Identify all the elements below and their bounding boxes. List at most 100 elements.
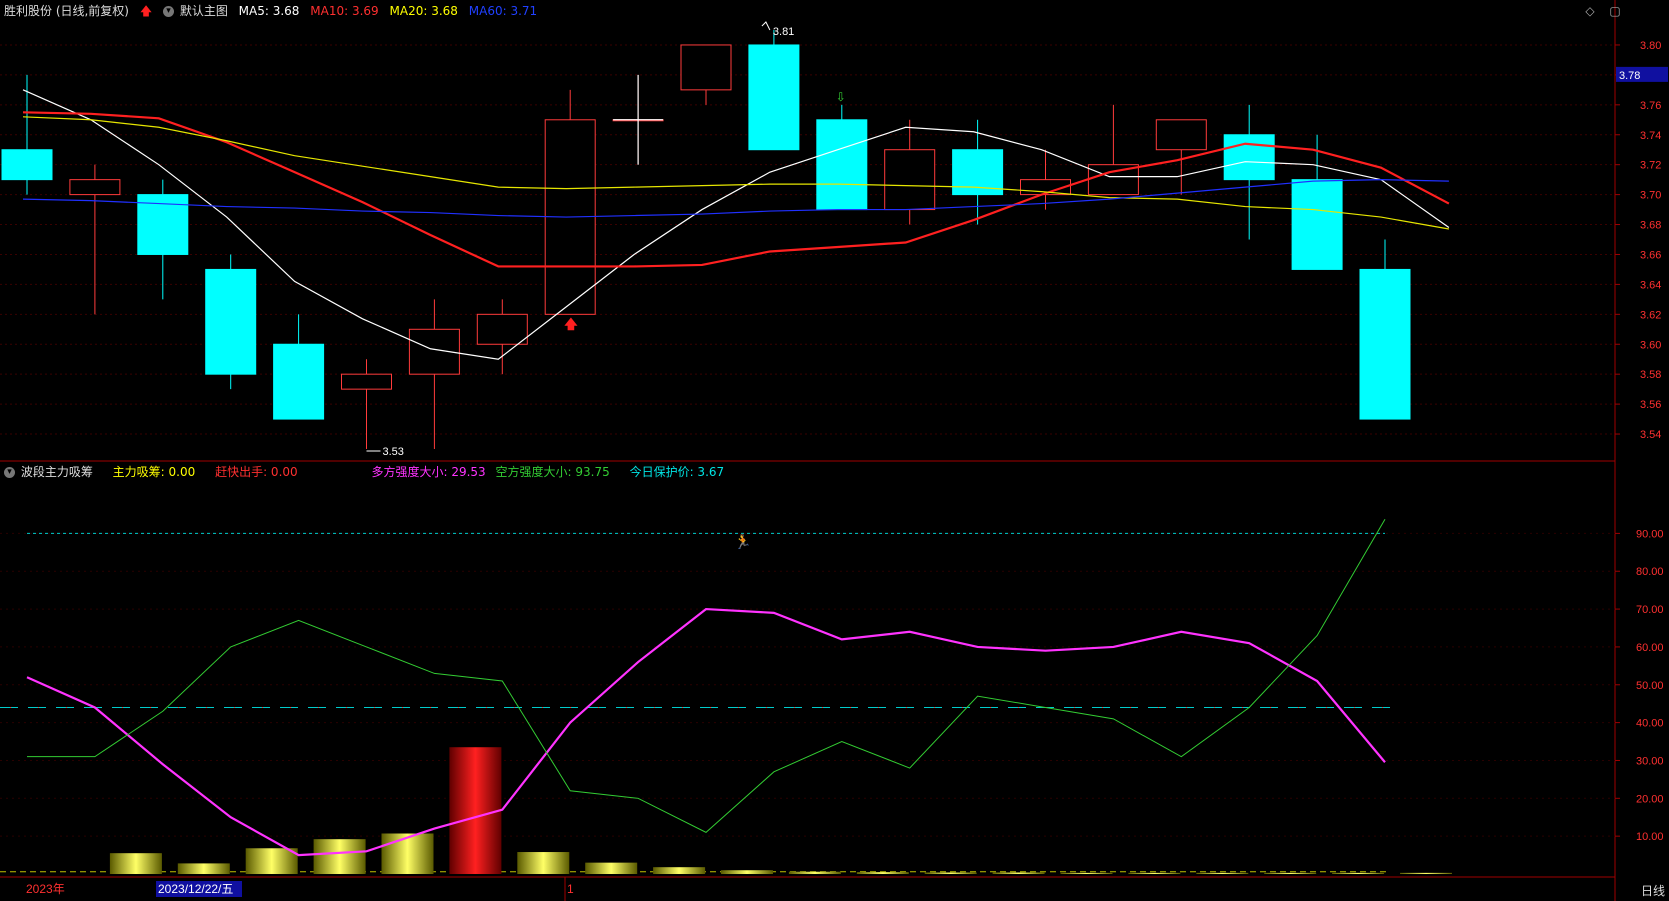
candle[interactable] [1359, 239, 1411, 420]
ind-tick-label: 10.00 [1636, 831, 1664, 843]
candle-body[interactable] [748, 44, 800, 151]
candle[interactable] [1, 74, 53, 195]
candle[interactable] [137, 179, 189, 300]
protect-price-label: 今日保护价: 3.67 [629, 465, 725, 479]
candle-body[interactable] [816, 119, 868, 211]
main-chart-label[interactable]: 默认主图 [180, 4, 228, 18]
ind-tick-label: 30.00 [1636, 755, 1664, 767]
price-tick-label: 3.74 [1640, 130, 1661, 142]
current-price-label: 3.78 [1619, 70, 1640, 82]
absorb-bar[interactable] [788, 871, 841, 874]
period-label[interactable]: 日线 [1641, 882, 1665, 899]
absorb-bar[interactable] [1196, 872, 1249, 874]
bear-strength-label: 空方强度大小: 93.75 [495, 465, 610, 479]
candle[interactable] [544, 89, 596, 315]
ma60-label: MA60: 3.71 [468, 4, 538, 18]
runner-icon: 🏃 [734, 533, 751, 550]
absorb-bar[interactable] [449, 747, 502, 874]
dropdown-icon[interactable]: ▾ [163, 6, 174, 17]
candle[interactable] [816, 104, 868, 211]
candle-body[interactable] [476, 313, 528, 345]
square-icon[interactable]: ▢ [1608, 4, 1622, 18]
main-absorb-label: 主力吸筹: 0.00 [112, 465, 196, 479]
absorb-bar[interactable] [1264, 872, 1317, 874]
bull-strength-line [26, 607, 1386, 857]
candle[interactable] [205, 254, 257, 390]
time-label-year: 2023年 [26, 882, 65, 896]
candle[interactable] [748, 30, 800, 151]
bear-strength-line [27, 518, 1386, 833]
candle-body[interactable] [680, 44, 732, 91]
candle[interactable] [1223, 104, 1275, 240]
price-tick-label: 3.58 [1640, 369, 1661, 381]
price-tick-label: 3.56 [1640, 399, 1661, 411]
absorb-bar[interactable] [109, 853, 162, 874]
indicator-dropdown-icon[interactable]: ▾ [4, 467, 15, 478]
absorb-bar[interactable] [517, 852, 570, 874]
absorb-bar[interactable] [1332, 872, 1385, 874]
ind-tick-label: 40.00 [1636, 718, 1664, 730]
absorb-bar[interactable] [924, 872, 977, 874]
candle[interactable] [69, 164, 121, 315]
price-tick-label: 3.64 [1640, 279, 1661, 291]
candlestick-chart[interactable]: 3.81 3.53 🡅 ⇩ [1, 21, 1450, 458]
ma5-label: MA5: 3.68 [238, 4, 300, 18]
stock-title[interactable]: 胜利股份 (日线,前复权) [4, 4, 129, 18]
low-price-annotation: 3.53 [383, 446, 404, 458]
absorb-bar[interactable] [1400, 872, 1452, 874]
absorb-bar[interactable] [653, 867, 706, 874]
price-tick-label: 3.70 [1640, 190, 1661, 202]
candle-body[interactable] [69, 179, 121, 196]
buy-arrow-icon: 🡅 [564, 317, 578, 332]
candle-body[interactable] [884, 149, 936, 211]
candle-body[interactable] [1291, 179, 1343, 270]
candle-body[interactable] [273, 343, 325, 420]
absorb-bar[interactable] [381, 833, 434, 874]
absorb-bar[interactable] [856, 872, 909, 874]
candle[interactable] [273, 314, 325, 420]
candle[interactable] [680, 44, 732, 105]
indicator-header: ▾ 波段主力吸筹 主力吸筹: 0.00 赶快出手: 0.00 多方强度大小: 2… [0, 461, 731, 483]
candle-body[interactable] [1359, 268, 1411, 420]
price-tick-label: 3.62 [1640, 309, 1661, 321]
indicator-chart[interactable]: 🏃 [0, 518, 1452, 874]
absorb-bar[interactable] [245, 848, 298, 874]
ma20-label: MA20: 3.68 [389, 4, 458, 18]
candle[interactable] [1087, 104, 1139, 196]
time-label-month: 1 [567, 882, 574, 896]
candle-body[interactable] [1, 149, 53, 181]
indicator-name[interactable]: 波段主力吸筹 [21, 465, 93, 479]
candle[interactable] [952, 119, 1004, 225]
ma10-label: MA10: 3.69 [310, 4, 379, 18]
price-tick-label: 3.66 [1640, 249, 1661, 261]
absorb-bar[interactable] [721, 870, 773, 874]
absorb-bar[interactable] [585, 862, 638, 874]
absorb-bar[interactable] [313, 839, 366, 874]
absorb-bar[interactable] [1128, 872, 1181, 874]
quick-exit-label: 赶快出手: 0.00 [215, 465, 298, 479]
candle-body[interactable] [1223, 134, 1275, 181]
candle[interactable] [408, 299, 460, 449]
ind-tick-label: 20.00 [1636, 793, 1664, 805]
price-tick-label: 3.76 [1640, 100, 1661, 112]
ind-tick-label: 60.00 [1636, 642, 1664, 654]
up-arrow-icon: 🡅 [139, 4, 153, 18]
absorb-bar[interactable] [177, 863, 230, 874]
candle[interactable] [1155, 119, 1207, 195]
candle[interactable] [341, 359, 392, 449]
absorb-bar[interactable] [992, 872, 1045, 874]
price-tick-label: 3.68 [1640, 220, 1661, 232]
stock-chart-canvas[interactable]: 3.81 3.53 🡅 ⇩ 🏃 3.80 3.78 3.76 3.74 3.72 3.70 3.6… [0, 0, 1669, 901]
candle-body[interactable] [1155, 119, 1207, 151]
price-tick-label: 3.80 [1640, 40, 1661, 52]
ind-tick-label: 80.00 [1636, 566, 1664, 578]
candle-body[interactable] [205, 268, 257, 375]
candle[interactable] [476, 299, 528, 375]
diamond-icon[interactable]: ◇ [1583, 4, 1597, 18]
candle-body[interactable] [341, 373, 392, 390]
price-tick-label: 3.54 [1640, 429, 1661, 441]
absorb-bar[interactable] [1060, 872, 1113, 874]
sell-arrow-icon: ⇩ [836, 90, 846, 104]
price-tick-label: 3.60 [1640, 339, 1661, 351]
bull-strength-label: 多方强度大小: 29.53 [371, 465, 486, 479]
